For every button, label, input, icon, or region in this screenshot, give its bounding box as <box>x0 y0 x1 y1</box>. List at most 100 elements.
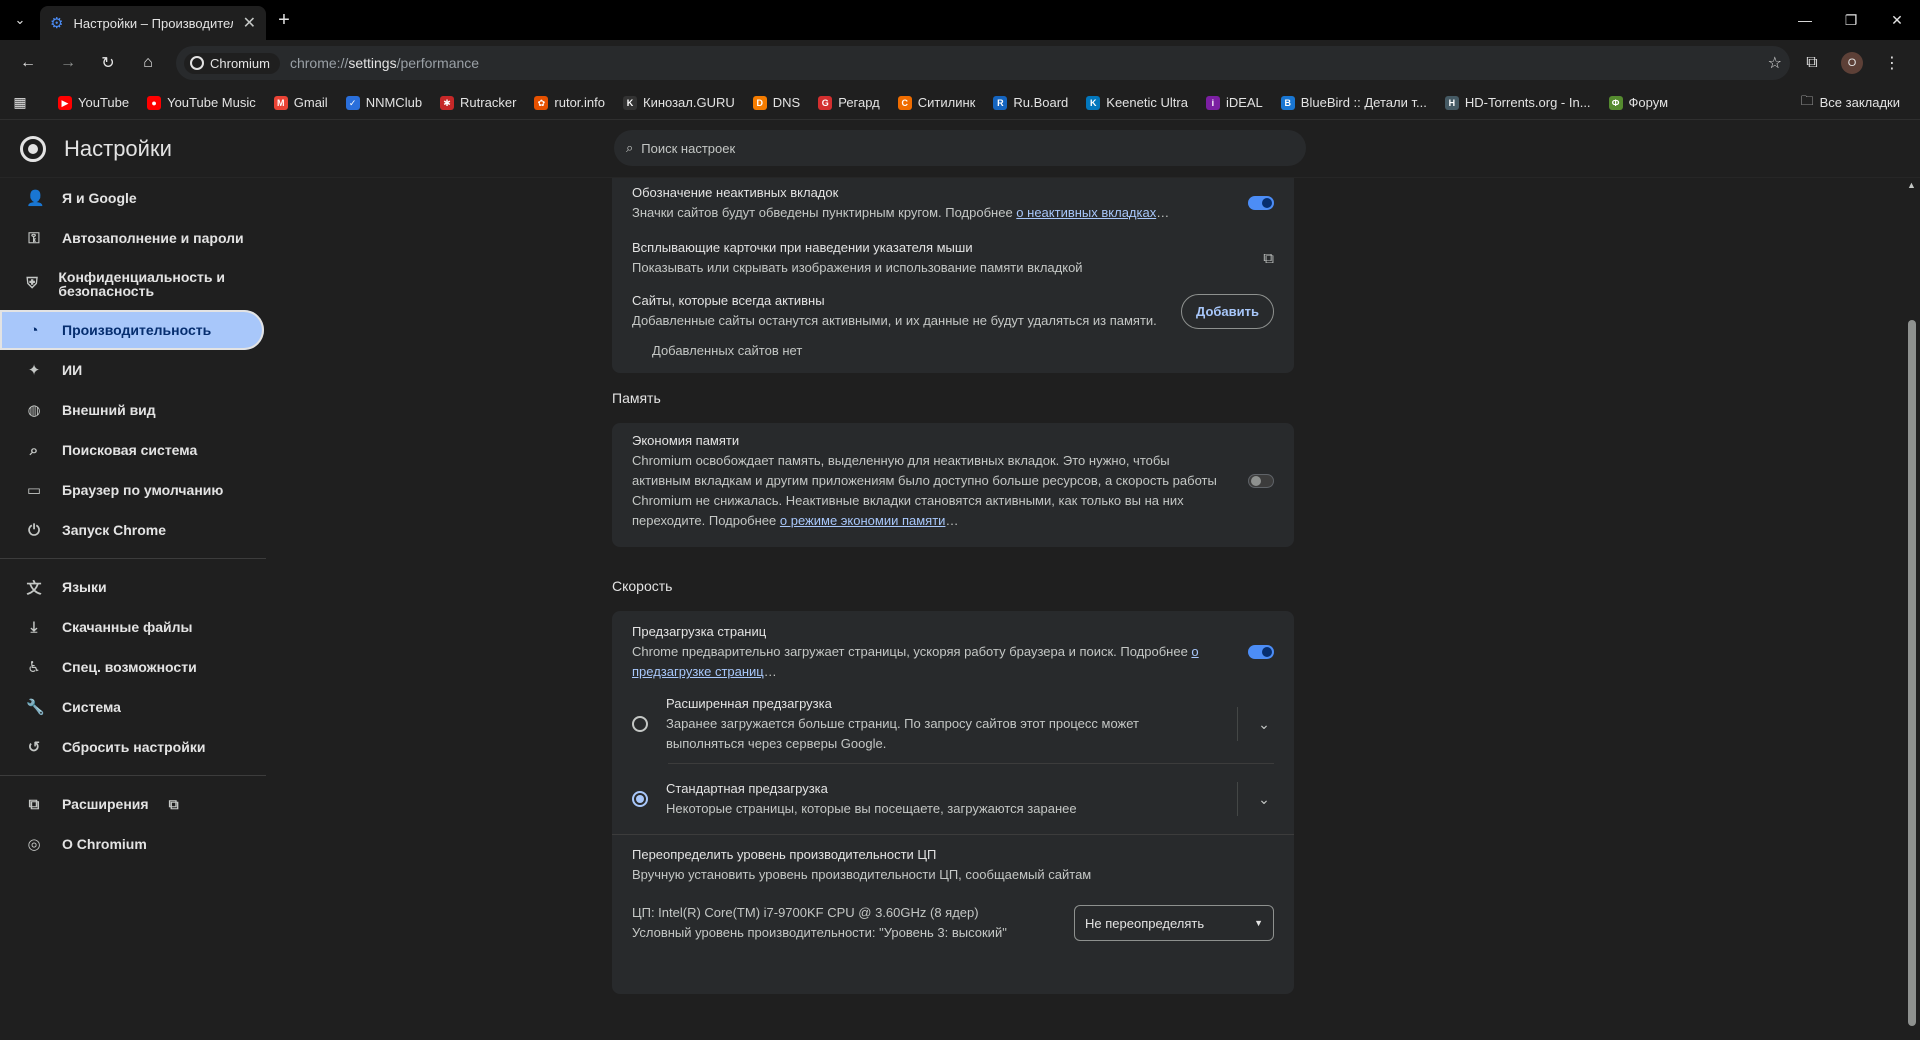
bookmark-item[interactable]: K Кинозал.GURU <box>615 92 743 113</box>
shield-icon: ⛨ <box>26 275 38 292</box>
tab-search-icon[interactable]: ⌄ <box>0 12 40 28</box>
all-bookmarks-button[interactable]: 🗀 Все закладки <box>1793 89 1908 117</box>
chevron-down-icon[interactable]: ⌄ <box>1254 716 1274 733</box>
chromium-logo-icon <box>20 135 46 162</box>
bookmark-item[interactable]: C Ситилинк <box>890 92 984 113</box>
minimize-icon[interactable]: — <box>1782 0 1828 40</box>
url-path: /performance <box>396 55 480 71</box>
window-controls: — ❐ ✕ <box>1782 0 1920 40</box>
hover-cards-row[interactable]: Всплывающие карточки при наведении указа… <box>612 228 1294 288</box>
scrollbar[interactable]: ▲ <box>1904 178 1920 1040</box>
bookmark-favicon-icon: C <box>897 95 912 110</box>
translate-icon: 文 <box>26 579 42 597</box>
search-input[interactable]: ⌕ Поиск настроек <box>614 130 1306 166</box>
menu-kebab-icon[interactable]: ⋮ <box>1874 45 1910 81</box>
tabs-card: Обозначение неактивных вкладок Значки са… <box>612 178 1294 331</box>
search-placeholder: Поиск настроек <box>641 140 736 156</box>
sidebar-item[interactable]: ◎ О Chromium <box>0 824 264 864</box>
sidebar-item-label: Сбросить настройки <box>62 739 206 755</box>
power-icon: ⏻ <box>28 521 40 539</box>
profile-button[interactable]: O <box>1834 45 1870 81</box>
bookmark-item[interactable]: ✿ rutor.info <box>526 92 613 113</box>
memory-saver-toggle[interactable] <box>1248 474 1274 488</box>
sidebar-item[interactable]: ▭ Браузер по умолчанию <box>0 470 264 510</box>
bookmark-item[interactable]: R Ru.Board <box>985 92 1076 113</box>
bookmark-item[interactable]: M Gmail <box>266 92 336 113</box>
scroll-up-icon[interactable]: ▲ <box>1907 180 1916 190</box>
restore-icon[interactable]: ❐ <box>1828 0 1874 40</box>
bookmark-favicon-icon: B <box>1280 95 1295 110</box>
bookmark-label: rutor.info <box>554 95 605 110</box>
bookmark-favicon-icon: Ф <box>1608 95 1623 110</box>
sidebar-item[interactable]: 🔧 Система <box>0 687 264 727</box>
sidebar-item[interactable]: 👤 Я и Google <box>0 178 264 218</box>
sidebar-item-label: Запуск Chrome <box>62 522 167 538</box>
extended-preload-radio[interactable] <box>632 716 648 732</box>
sidebar-item[interactable]: ◔ Производительность <box>0 310 264 350</box>
add-site-button[interactable]: Добавить <box>1181 293 1274 329</box>
bookmark-item[interactable]: K Keenetic Ultra <box>1078 92 1196 113</box>
memory-saver-link[interactable]: о режиме экономии памяти <box>780 513 946 528</box>
address-bar[interactable]: Chromium chrome://settings/performance ☆ <box>176 46 1790 80</box>
puzzle-icon: ⧉ <box>28 795 40 813</box>
chromium-icon <box>190 56 204 70</box>
sidebar-item[interactable]: ⧉ Расширения ⧉ <box>0 784 264 824</box>
sidebar-item[interactable]: ↺ Сбросить настройки <box>0 727 264 767</box>
bookmark-label: Кинозал.GURU <box>643 95 735 110</box>
bookmark-item[interactable]: G Регард <box>810 92 888 113</box>
bookmark-list: ▶ YouTube ● YouTube Music M Gmail ✓ NNMClub ✱ Rut… <box>50 92 1676 113</box>
new-tab-button[interactable]: + <box>266 9 302 32</box>
bookmark-item[interactable]: i iDEAL <box>1198 92 1271 113</box>
extended-preload-title: Расширенная предзагрузка <box>666 696 832 711</box>
sidebar-item[interactable]: ◍ Внешний вид <box>0 390 264 430</box>
reload-icon[interactable]: ↻ <box>90 45 126 81</box>
sidebar-item[interactable]: ⚿ Автозаполнение и пароли <box>0 218 264 258</box>
extensions-puzzle-icon[interactable]: ⧉ <box>1794 45 1830 81</box>
scrollbar-thumb[interactable] <box>1908 320 1916 1026</box>
preload-toggle[interactable] <box>1248 645 1274 659</box>
forward-icon[interactable]: → <box>50 45 86 81</box>
avatar: O <box>1841 52 1863 74</box>
sidebar-item[interactable]: ⌕ Поисковая система <box>0 430 264 470</box>
bookmark-item[interactable]: H HD-Torrents.org - In... <box>1437 92 1599 113</box>
sidebar-item[interactable]: ⏻ Запуск Chrome <box>0 510 264 550</box>
apps-grid-icon[interactable]: ▦ <box>8 94 32 111</box>
bookmark-item[interactable]: ● YouTube Music <box>139 92 264 113</box>
search-icon: ⌕ <box>29 441 39 459</box>
tab-settings[interactable]: ⚙ Настройки – Производительность ✕ <box>40 6 266 40</box>
extended-preload-row[interactable]: Расширенная предзагрузка Заранее загружа… <box>612 685 1294 763</box>
home-icon[interactable]: ⌂ <box>130 45 166 81</box>
standard-preload-radio[interactable] <box>632 791 648 807</box>
bookmark-item[interactable]: ✱ Rutracker <box>432 92 524 113</box>
bookmark-label: Gmail <box>293 95 328 110</box>
cpu-level-select[interactable]: Не переопределять ▼ <box>1074 905 1274 941</box>
standard-preload-row[interactable]: Стандартная предзагрузка Некоторые стран… <box>612 764 1294 834</box>
tab-close-icon[interactable]: ✕ <box>243 13 256 33</box>
sidebar-item[interactable]: ⤓ Скачанные файлы <box>0 607 264 647</box>
sidebar-item[interactable]: ⛨ Конфиденциальность и безопасность <box>0 258 264 310</box>
url-text[interactable]: chrome://settings/performance <box>290 55 1758 71</box>
preload-title: Предзагрузка страниц <box>632 624 767 639</box>
bookmark-label: YouTube <box>78 95 130 110</box>
sidebar-item[interactable]: ♿ Спец. возможности <box>0 647 264 687</box>
bookmark-item[interactable]: ▶ YouTube <box>50 92 137 113</box>
bookmark-item[interactable]: Ф Форум <box>1601 92 1677 113</box>
sidebar-item[interactable]: 文 Языки <box>0 567 264 607</box>
external-link-icon[interactable]: ⧉ <box>1263 250 1274 267</box>
sidebar-item[interactable]: ✦ ИИ <box>0 350 264 390</box>
close-window-icon[interactable]: ✕ <box>1874 0 1920 40</box>
gear-icon: ⚙ <box>50 15 64 32</box>
bookmark-item[interactable]: B BlueBird :: Детали т... <box>1273 92 1435 113</box>
bookmark-label: Регард <box>838 95 880 110</box>
chevron-down-icon[interactable]: ⌄ <box>1254 791 1274 808</box>
inactive-tabs-link[interactable]: о неактивных вкладках <box>1016 205 1156 220</box>
bookmark-item[interactable]: D DNS <box>745 92 808 113</box>
site-info-chip[interactable]: Chromium <box>184 52 280 74</box>
bookmark-star-icon[interactable]: ☆ <box>1768 53 1782 73</box>
bookmark-item[interactable]: ✓ NNMClub <box>338 92 430 113</box>
inactive-tabs-toggle[interactable] <box>1248 196 1274 210</box>
back-icon[interactable]: ← <box>10 45 46 81</box>
memory-card: Экономия памяти Chromium освобождает пам… <box>612 423 1294 547</box>
sidebar-item-label: Я и Google <box>62 190 137 206</box>
always-active-desc: Добавленные сайты останутся активными, и… <box>632 313 1157 328</box>
